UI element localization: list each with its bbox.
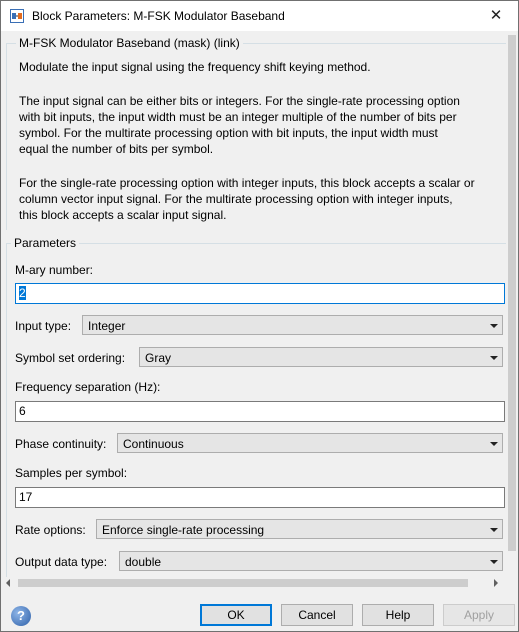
description-line: For the single-rate processing option wi…	[19, 176, 475, 190]
frequency-separation-field[interactable]: 6	[15, 401, 505, 422]
description-line: symbol. For the multirate processing opt…	[19, 126, 438, 140]
title-bar: Block Parameters: M-FSK Modulator Baseba…	[1, 1, 518, 31]
horizontal-scrollbar[interactable]	[1, 577, 506, 589]
description-line: equal the number of bits per symbol.	[19, 142, 214, 156]
description-line: with bit inputs, the input width must be…	[19, 110, 457, 124]
help-button[interactable]: Help	[362, 604, 434, 626]
description-group-title: M-FSK Modulator Baseband (mask) (link)	[16, 36, 243, 50]
description-line: Modulate the input signal using the freq…	[19, 60, 371, 74]
ok-button[interactable]: OK	[200, 604, 272, 626]
chevron-down-icon	[490, 528, 498, 532]
horizontal-scrollbar-thumb[interactable]	[18, 579, 468, 587]
phase-continuity-label: Phase continuity:	[15, 437, 107, 451]
samples-per-symbol-field[interactable]: 17	[15, 487, 505, 508]
input-type-value: Integer	[88, 319, 126, 333]
phase-continuity-dropdown[interactable]: Continuous	[117, 433, 503, 453]
output-data-type-dropdown[interactable]: double	[119, 551, 503, 571]
input-type-label: Input type:	[15, 319, 72, 333]
rate-options-dropdown[interactable]: Enforce single-rate processing	[96, 519, 503, 539]
apply-button[interactable]: Apply	[443, 604, 515, 626]
chevron-down-icon	[490, 442, 498, 446]
description-line: this block accepts a scalar input signal…	[19, 208, 227, 222]
description-line: column vector input signal. For the mult…	[19, 192, 453, 206]
rate-options-value: Enforce single-rate processing	[102, 523, 265, 537]
symbol-ordering-value: Gray	[145, 351, 172, 365]
vertical-scrollbar[interactable]	[506, 31, 518, 577]
output-data-type-value: double	[125, 555, 162, 569]
mary-number-value: 2	[19, 286, 26, 300]
samples-per-symbol-label: Samples per symbol:	[15, 466, 128, 480]
vertical-scrollbar-thumb[interactable]	[508, 35, 516, 551]
chevron-down-icon	[490, 560, 498, 564]
frequency-separation-value: 6	[19, 404, 26, 418]
mary-number-label: M-ary number:	[15, 263, 94, 277]
cancel-button[interactable]: Cancel	[281, 604, 353, 626]
phase-continuity-value: Continuous	[123, 437, 184, 451]
chevron-down-icon	[490, 356, 498, 360]
description-group: M-FSK Modulator Baseband (mask) (link) M…	[6, 36, 506, 230]
samples-per-symbol-value: 17	[19, 490, 33, 504]
help-question-icon[interactable]: ?	[11, 606, 31, 626]
dialog-window: Block Parameters: M-FSK Modulator Baseba…	[0, 0, 519, 632]
input-type-dropdown[interactable]: Integer	[82, 315, 503, 335]
app-icon	[10, 9, 24, 23]
scroll-right-arrow-icon[interactable]	[494, 579, 498, 587]
dialog-content: M-FSK Modulator Baseband (mask) (link) M…	[1, 31, 506, 577]
symbol-ordering-label: Symbol set ordering:	[15, 351, 126, 365]
output-data-type-label: Output data type:	[15, 555, 108, 569]
frequency-separation-label: Frequency separation (Hz):	[15, 380, 161, 394]
parameters-group-title: Parameters	[11, 236, 80, 250]
rate-options-label: Rate options:	[15, 523, 86, 537]
chevron-down-icon	[490, 324, 498, 328]
symbol-ordering-dropdown[interactable]: Gray	[139, 347, 503, 367]
window-title: Block Parameters: M-FSK Modulator Baseba…	[32, 9, 285, 23]
mary-number-field[interactable]: 2	[15, 283, 505, 304]
scroll-left-arrow-icon[interactable]	[6, 579, 10, 587]
description-line: The input signal can be either bits or i…	[19, 94, 460, 108]
close-button[interactable]: ✕	[474, 1, 518, 31]
